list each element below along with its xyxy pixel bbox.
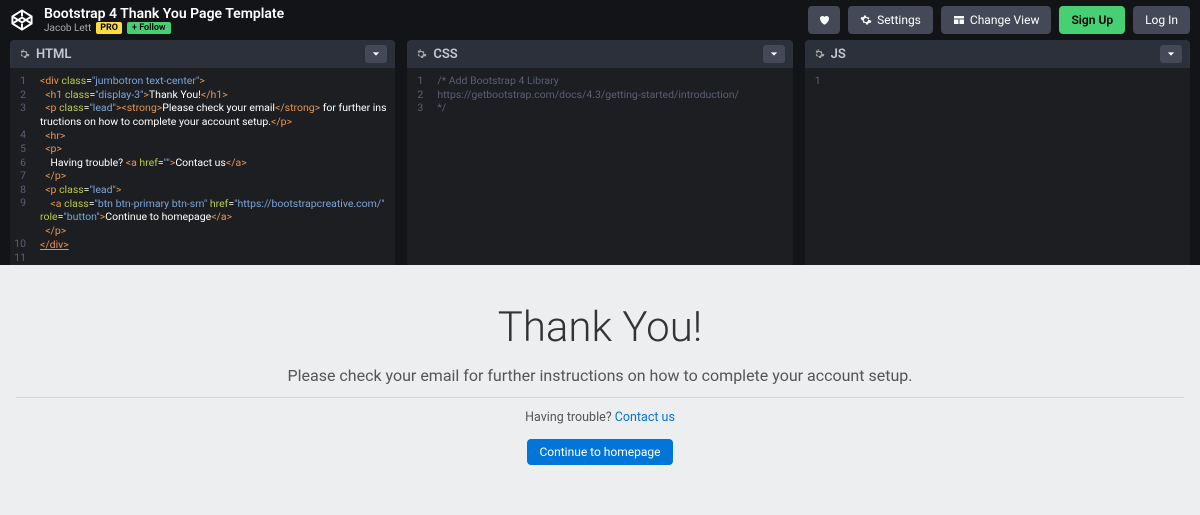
js-gutter: 1 <box>805 68 827 265</box>
follow-button[interactable]: + Follow <box>127 22 171 34</box>
css-code-area[interactable]: 123 /* Add Bootstrap 4 Library https://g… <box>407 68 792 265</box>
html-gutter: 1234567891011 <box>10 68 32 265</box>
preview-heading: Thank You! <box>0 303 1200 352</box>
signup-button[interactable]: Sign Up <box>1059 6 1125 34</box>
settings-button[interactable]: Settings <box>848 6 933 34</box>
author-row: Jacob Lett PRO + Follow <box>44 22 284 34</box>
preview-pane: Thank You! Please check your email for f… <box>0 265 1200 515</box>
js-code[interactable] <box>827 68 1190 265</box>
css-code[interactable]: /* Add Bootstrap 4 Library https://getbo… <box>429 68 792 265</box>
codepen-logo-icon[interactable] <box>10 8 34 32</box>
css-editor-header: CSS <box>407 40 792 68</box>
gear-icon[interactable] <box>18 48 30 60</box>
editors-row: HTML 1234567891011 <div class="jumbotron… <box>0 40 1200 265</box>
login-button[interactable]: Log In <box>1133 6 1190 34</box>
js-editor: JS 1 <box>805 40 1190 265</box>
js-editor-title: JS <box>831 47 846 62</box>
html-editor-header: HTML <box>10 40 395 68</box>
js-code-area[interactable]: 1 <box>805 68 1190 265</box>
pro-badge: PRO <box>96 22 122 34</box>
app-header: Bootstrap 4 Thank You Page Template Jaco… <box>0 0 1200 40</box>
js-collapse-button[interactable] <box>1160 45 1182 63</box>
css-collapse-button[interactable] <box>763 45 785 63</box>
pen-title: Bootstrap 4 Thank You Page Template <box>44 6 284 22</box>
title-area: Bootstrap 4 Thank You Page Template Jaco… <box>44 6 284 34</box>
gear-icon[interactable] <box>813 48 825 60</box>
html-code[interactable]: <div class="jumbotron text-center"> <h1 … <box>32 68 395 265</box>
preview-lead: Please check your email for further inst… <box>0 366 1200 385</box>
css-editor-title: CSS <box>433 47 457 62</box>
js-editor-header: JS <box>805 40 1190 68</box>
html-editor-title: HTML <box>36 47 71 62</box>
gear-icon[interactable] <box>415 48 427 60</box>
html-collapse-button[interactable] <box>365 45 387 63</box>
heart-button[interactable] <box>808 6 840 34</box>
continue-button[interactable]: Continue to homepage <box>527 439 672 465</box>
header-right: Settings Change View Sign Up Log In <box>808 6 1190 34</box>
css-gutter: 123 <box>407 68 429 265</box>
header-left: Bootstrap 4 Thank You Page Template Jaco… <box>10 6 284 34</box>
settings-label: Settings <box>877 13 921 27</box>
author-name[interactable]: Jacob Lett <box>44 23 91 34</box>
html-editor: HTML 1234567891011 <div class="jumbotron… <box>10 40 395 265</box>
contact-link[interactable]: Contact us <box>615 410 675 425</box>
html-code-area[interactable]: 1234567891011 <div class="jumbotron text… <box>10 68 395 265</box>
preview-divider <box>16 397 1184 398</box>
change-view-label: Change View <box>970 13 1040 27</box>
change-view-button[interactable]: Change View <box>941 6 1052 34</box>
preview-trouble: Having trouble? Contact us <box>0 410 1200 425</box>
css-editor: CSS 123 /* Add Bootstrap 4 Library https… <box>407 40 792 265</box>
